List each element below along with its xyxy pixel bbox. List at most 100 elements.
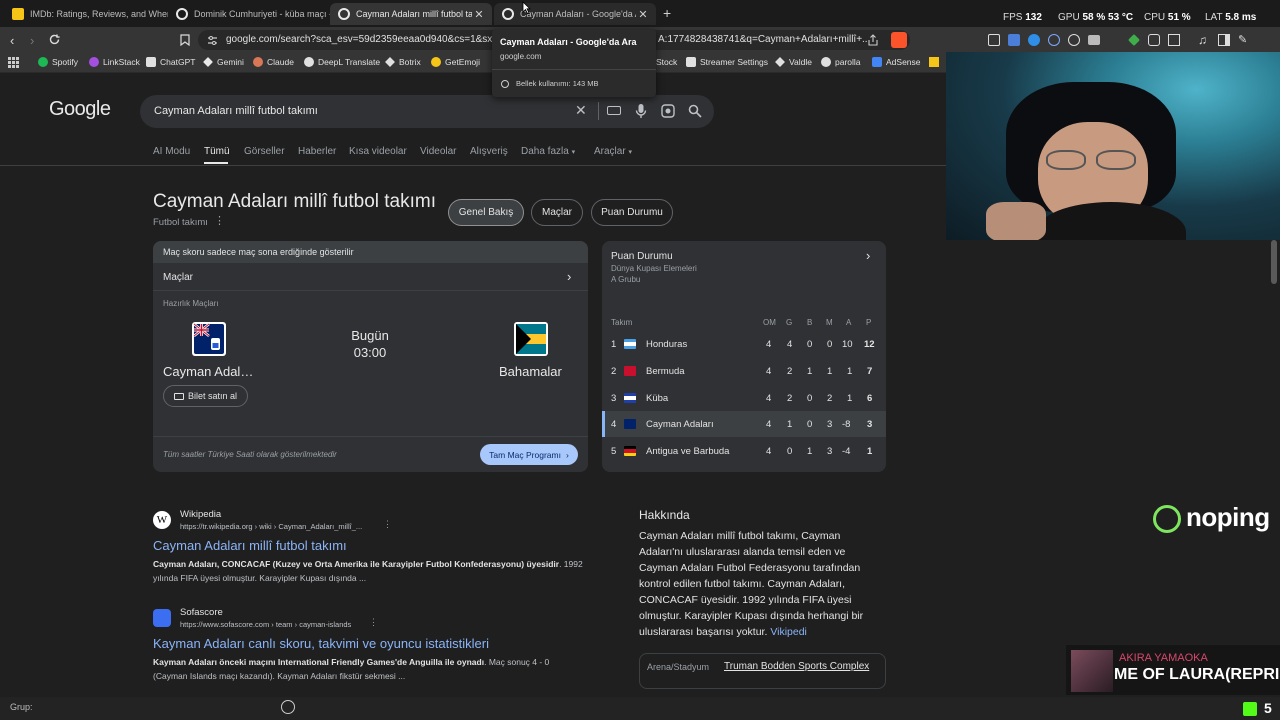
result-url[interactable]: https://www.sofascore.com › team › cayma… (180, 620, 351, 629)
losses: 1 (827, 366, 833, 377)
nav-videos[interactable]: Videolar (420, 146, 457, 157)
more-options-icon[interactable]: ⋮ (383, 519, 392, 530)
puzzle-icon[interactable] (1148, 34, 1160, 46)
tab-cayman[interactable]: Cayman Adaları millî futbol takımı ✕ (330, 3, 492, 25)
sofascore-icon (153, 609, 171, 627)
camera-extension-icon[interactable] (1088, 35, 1100, 45)
deepl-icon (304, 57, 314, 67)
group-label: Grup: (10, 702, 33, 712)
standings-title[interactable]: Puan Durumu (611, 251, 673, 262)
sidebar-icon[interactable] (1218, 34, 1230, 46)
chip-matches[interactable]: Maçlar (531, 199, 583, 226)
buy-ticket-button[interactable]: Bilet satın al (163, 385, 248, 407)
site-settings-icon[interactable] (207, 35, 218, 46)
search-input[interactable]: Cayman Adaları millî futbol takımı (154, 105, 318, 117)
forward-icon[interactable]: › (30, 33, 34, 48)
tab-dominik[interactable]: Dominik Cumhuriyeti - küba maçı - G (168, 3, 330, 25)
customize-icon[interactable]: ✎ (1238, 33, 1247, 46)
bookmark-folder-icon[interactable] (929, 57, 939, 67)
extension-icon[interactable] (1168, 34, 1180, 46)
keyboard-icon[interactable] (607, 106, 621, 115)
bookmark-getemoji[interactable]: GetEmoji (431, 57, 480, 67)
chevron-right-icon[interactable]: › (567, 269, 571, 284)
standings-row[interactable]: 1 Honduras 4 4 0 0 10 12 (602, 331, 886, 357)
google-logo[interactable]: Google (49, 98, 111, 121)
result-title[interactable]: Cayman Adaları millî futbol takımı (153, 538, 347, 553)
wikipedia-link[interactable]: Vikipedi (770, 626, 807, 638)
tab-cayman-search[interactable]: Cayman Adaları - Google'da Ara ✕ (494, 3, 656, 25)
chip-overview[interactable]: Genel Bakış (448, 199, 524, 226)
wins: 2 (787, 393, 793, 404)
page-right-area (946, 240, 1280, 700)
microphone-icon[interactable] (635, 103, 647, 119)
chevron-right-icon: › (565, 449, 569, 460)
close-tab-icon[interactable]: ✕ (636, 8, 650, 21)
draws: 1 (807, 366, 813, 377)
more-options-icon[interactable]: ⋮ (369, 617, 378, 628)
search-icon[interactable] (688, 104, 702, 118)
url-text[interactable]: google.com/search?sca_esv=59d2359eeaa0d9… (226, 34, 516, 45)
apps-grid-icon[interactable] (8, 57, 19, 68)
extension-icon[interactable] (1128, 34, 1140, 46)
standings-row[interactable]: 4 Cayman Adaları 4 1 0 3 -8 3 (602, 411, 886, 437)
home-team-name[interactable]: Cayman Adal… (163, 364, 253, 379)
bookmark-adsense[interactable]: AdSense (872, 57, 921, 67)
bookmark-stock[interactable]: Stock (656, 57, 677, 67)
more-options-icon[interactable]: ⋮ (214, 214, 225, 227)
music-icon[interactable]: ♫ (1198, 33, 1207, 47)
bookmark-gemini[interactable]: Gemini (203, 57, 244, 67)
result-title[interactable]: Kayman Adaları canlı skoru, takvimi ve o… (153, 636, 489, 651)
bookmark-streamer-settings[interactable]: Streamer Settings (686, 57, 768, 67)
standings-row[interactable]: 3 Küba 4 2 0 2 1 6 (602, 385, 886, 411)
bookmark-claude[interactable]: Claude (253, 57, 294, 67)
nav-short-videos[interactable]: Kısa videolar (349, 146, 407, 157)
standings-row[interactable]: 2 Bermuda 4 2 1 1 1 7 (602, 358, 886, 384)
bookmark-parolla[interactable]: parolla (821, 57, 861, 67)
new-tab-icon[interactable]: + (663, 5, 671, 21)
fingerprint-icon[interactable] (281, 700, 295, 714)
bookmark-spotify[interactable]: Spotify (38, 57, 78, 67)
bookmark-linkstack[interactable]: LinkStack (89, 57, 140, 67)
scrollbar-thumb[interactable] (1271, 240, 1277, 284)
lens-icon[interactable] (661, 104, 675, 118)
full-schedule-button[interactable]: Tam Maç Programı › (480, 444, 578, 465)
nav-images[interactable]: Görseller (244, 146, 285, 157)
extension-icon[interactable] (1048, 34, 1060, 46)
url-text-tail[interactable]: A:1774828438741&q=Cayman+Adaları+millî+.… (658, 34, 870, 45)
back-icon[interactable]: ‹ (10, 33, 14, 48)
standings-group: A Grubu (611, 275, 641, 284)
close-tab-icon[interactable]: ✕ (472, 8, 486, 21)
bookmark-deepl[interactable]: DeepL Translate (304, 57, 380, 67)
extension-icon[interactable] (988, 34, 1000, 46)
active-tab-indicator (204, 162, 228, 164)
header-points: P (866, 318, 872, 327)
stadium-link[interactable]: Truman Bodden Sports Complex (724, 661, 869, 672)
tab-imdb[interactable]: IMDb: Ratings, Reviews, and Where t (4, 3, 168, 25)
nav-shopping[interactable]: Alışveriş (470, 146, 508, 157)
share-icon[interactable] (867, 34, 879, 46)
extension-icon[interactable] (1068, 34, 1080, 46)
brave-shield-icon[interactable] (891, 32, 907, 48)
bookmark-valdle[interactable]: Valdle (775, 57, 812, 67)
extension-icon[interactable] (1028, 34, 1040, 46)
reload-icon[interactable] (48, 33, 61, 46)
nav-tools[interactable]: Araçlar ▾ (594, 146, 632, 157)
translate-extension-icon[interactable] (1008, 34, 1020, 46)
nav-all[interactable]: Tümü (204, 146, 230, 157)
clear-search-icon[interactable]: ✕ (575, 102, 587, 119)
bookmark-chatgpt[interactable]: ChatGPT (146, 57, 195, 67)
standings-row[interactable]: 5 Antigua ve Barbuda 4 0 1 3 -4 1 (602, 438, 886, 464)
nav-news[interactable]: Haberler (298, 146, 336, 157)
bookmark-icon[interactable] (180, 34, 190, 46)
points: 6 (867, 393, 873, 404)
bookmark-botrix[interactable]: Botrix (385, 57, 421, 67)
matches-link[interactable]: Maçlar (163, 272, 193, 283)
result-url[interactable]: https://tr.wikipedia.org › wiki › Cayman… (180, 522, 362, 531)
mouse-cursor-icon (522, 1, 531, 14)
nav-ai-mode[interactable]: AI Modu (153, 146, 190, 157)
away-team-name[interactable]: Bahamalar (499, 364, 562, 379)
chip-standings[interactable]: Puan Durumu (591, 199, 673, 226)
nav-more[interactable]: Daha fazla ▾ (521, 146, 575, 157)
chevron-right-icon[interactable]: › (866, 248, 870, 263)
linkstack-icon (89, 57, 99, 67)
